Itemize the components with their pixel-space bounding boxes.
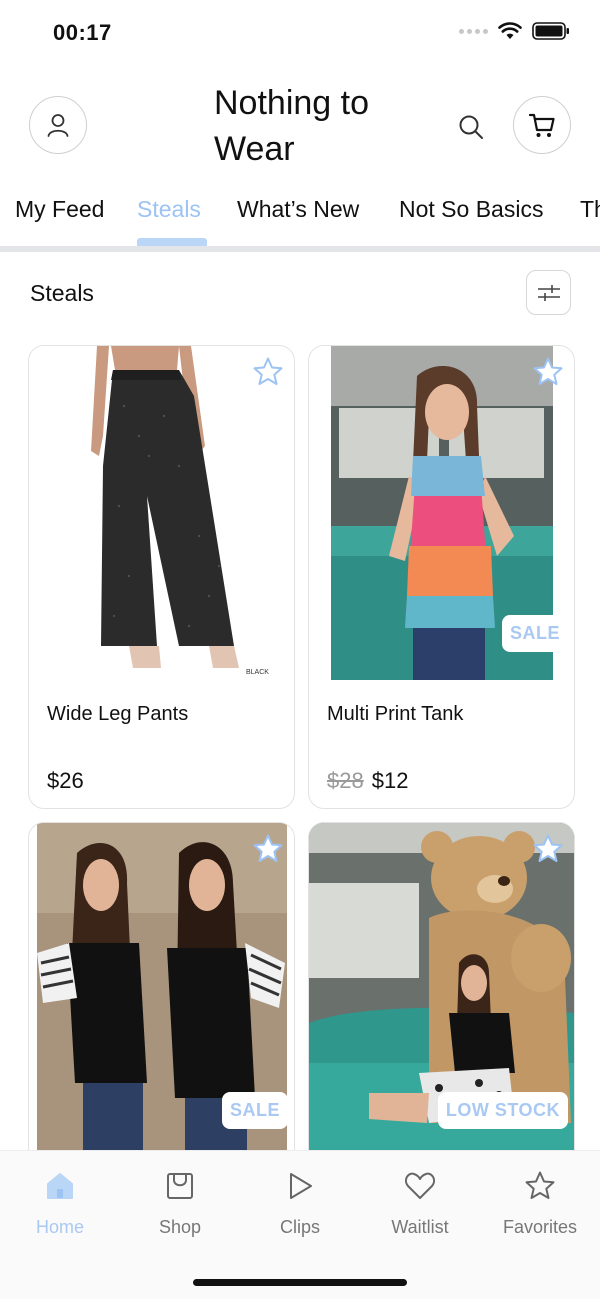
- product-card[interactable]: BLACK Wide Leg Pants $26: [28, 345, 295, 809]
- profile-button[interactable]: [29, 96, 87, 154]
- current-price: $26: [47, 768, 84, 793]
- nav-label: Waitlist: [391, 1217, 449, 1237]
- home-icon: [47, 1173, 73, 1199]
- nav-clips[interactable]: Clips: [240, 1167, 360, 1238]
- product-card[interactable]: SALE Multi Print Tank $28 $12: [308, 345, 575, 809]
- wifi-icon: [498, 22, 522, 39]
- shopping-bag-icon: [167, 1173, 193, 1199]
- tab-my-feed[interactable]: My Feed: [15, 196, 104, 223]
- star-icon: [253, 357, 283, 385]
- section-title: Steals: [30, 280, 94, 306]
- star-icon: [533, 834, 563, 862]
- nav-label: Favorites: [502, 1217, 578, 1237]
- nav-label: Shop: [158, 1217, 202, 1237]
- product-price: $26: [47, 768, 84, 794]
- nav-home[interactable]: Home: [0, 1167, 120, 1238]
- product-name: Wide Leg Pants: [47, 703, 189, 725]
- tab-next[interactable]: Th: [580, 196, 600, 223]
- cellular-signal-icon: [459, 28, 488, 34]
- product-price: $28 $12: [327, 768, 408, 794]
- favorite-button[interactable]: [530, 354, 566, 390]
- nav-shop[interactable]: Shop: [120, 1167, 240, 1238]
- status-bar: 00:17: [0, 0, 600, 66]
- sliders-icon: [537, 284, 560, 301]
- cart-button[interactable]: [513, 96, 571, 154]
- cart-icon: [528, 113, 555, 137]
- star-icon: [253, 834, 283, 862]
- original-price: $28: [327, 768, 364, 793]
- status-time: 00:17: [53, 20, 112, 45]
- bottom-navigation: Home Shop Clips Waitlist Favorites: [0, 1150, 600, 1299]
- filter-button[interactable]: [526, 270, 571, 315]
- tab-whats-new[interactable]: What’s New: [237, 196, 359, 223]
- sale-badge: SALE: [501, 615, 568, 652]
- status-icons: [459, 22, 570, 40]
- category-tabs: My Feed Steals What’s New Not So Basics …: [0, 186, 600, 252]
- star-icon: [525, 1171, 555, 1199]
- battery-icon: [532, 22, 569, 40]
- play-icon: [290, 1173, 312, 1199]
- image-label-text: BLACK: [246, 669, 269, 676]
- app-header: Nothing to Wear: [0, 66, 600, 186]
- nav-favorites[interactable]: Favorites: [480, 1167, 600, 1238]
- page-title: Nothing to Wear: [214, 84, 369, 168]
- home-indicator: [193, 1279, 407, 1286]
- product-image: SALE: [309, 346, 574, 680]
- search-icon: [459, 115, 483, 139]
- tab-not-so-basics[interactable]: Not So Basics: [399, 196, 543, 223]
- product-image: BLACK: [29, 346, 294, 680]
- user-icon: [47, 114, 69, 137]
- current-price: $12: [371, 768, 409, 793]
- search-button[interactable]: [452, 108, 490, 146]
- star-icon: [533, 357, 563, 385]
- sale-badge: SALE: [221, 1092, 288, 1129]
- heart-icon: [404, 1172, 436, 1199]
- tabs-divider: [0, 246, 600, 252]
- tab-steals[interactable]: Steals: [137, 196, 201, 223]
- favorite-button[interactable]: [250, 831, 286, 867]
- low-stock-badge: LOW STOCK: [437, 1092, 568, 1129]
- favorite-button[interactable]: [530, 831, 566, 867]
- nav-label: Clips: [279, 1217, 320, 1237]
- nav-label: Home: [35, 1217, 84, 1237]
- nav-waitlist[interactable]: Waitlist: [360, 1167, 480, 1238]
- favorite-button[interactable]: [250, 354, 286, 390]
- active-tab-indicator: [137, 238, 207, 246]
- product-name: Multi Print Tank: [327, 703, 464, 725]
